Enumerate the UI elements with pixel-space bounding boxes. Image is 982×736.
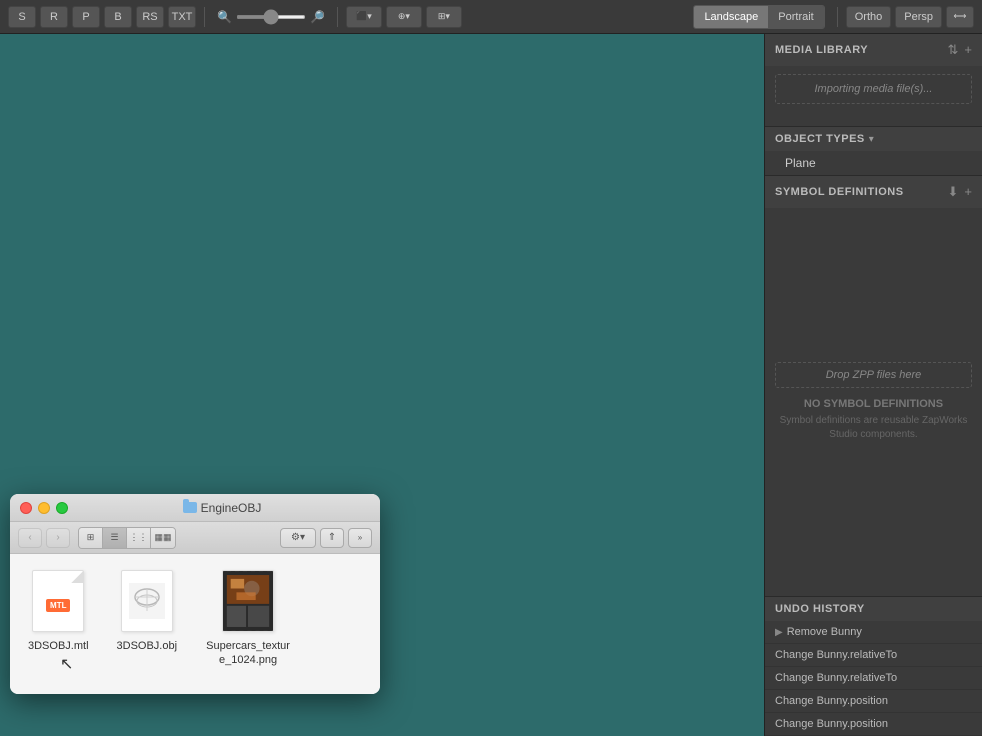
file-label-png: Supercars_texture_1024.png [203,638,293,669]
persp-btn[interactable]: Persp [895,6,942,28]
symbol-definitions-content: Drop ZPP files here NO SYMBOL DEFINITION… [765,208,982,596]
obj-preview-svg [129,583,165,619]
zoom-in-icon: 🔎 [310,10,325,24]
media-library-title: MEDIA LIBRARY [775,44,868,56]
symbol-definitions-section: SYMBOL DEFINITIONS ⬇ + Drop ZPP files he… [765,176,982,597]
window-maximize-btn[interactable] [56,502,68,514]
file-item-mtl[interactable]: MTL 3DSOBJ.mtl [26,570,91,654]
file-item-obj[interactable]: 3DSOBJ.obj [115,570,180,654]
toolbar-btn-r[interactable]: R [40,6,68,28]
no-symbol-desc: Symbol definitions are reusable ZapWorks… [775,414,972,442]
window-minimize-btn[interactable] [38,502,50,514]
undo-history-header: UNDO HISTORY [765,597,982,621]
file-label-mtl: 3DSOBJ.mtl [26,638,91,654]
object-types-chevron: ▾ [869,134,874,145]
toolbar-snap-btn[interactable]: ⊕▾ [386,6,422,28]
main-area: EngineOBJ ‹ › ⊞ ☰ ⋮⋮ ▦▦ ⚙▾ ⇑ » [0,34,982,736]
media-library-icons: ⇅ + [948,42,973,58]
object-types-section: OBJECT TYPES ▾ Plane [765,127,982,176]
landscape-btn[interactable]: Landscape [694,6,768,28]
zoom-slider-input[interactable] [236,15,306,19]
undo-arrow-0: ▶ [775,627,783,638]
file-icon-png [222,570,274,632]
fw-list-view-btn[interactable]: ☰ [103,528,127,548]
import-hint: Importing media file(s)... [775,74,972,104]
undo-item-2[interactable]: Change Bunny.relativeTo [765,667,982,690]
canvas-area[interactable]: EngineOBJ ‹ › ⊞ ☰ ⋮⋮ ▦▦ ⚙▾ ⇑ » [0,34,764,736]
portrait-btn[interactable]: Portrait [768,6,823,28]
separator-2 [337,7,338,27]
separator-1 [204,7,205,27]
toolbar-btn-txt[interactable]: TXT [168,6,196,28]
orientation-toggle: Landscape Portrait [693,5,824,29]
undo-item-0[interactable]: ▶ Remove Bunny [765,621,982,644]
fw-column-view-btn[interactable]: ⋮⋮ [127,528,151,548]
fw-share-btn[interactable]: ⇑ [320,528,344,548]
fw-settings-btn[interactable]: ⚙▾ [280,528,316,548]
file-icon-mtl: MTL [32,570,84,632]
symbol-definitions-header: SYMBOL DEFINITIONS ⬇ + [765,176,982,208]
png-preview [223,571,273,631]
toolbar-btn-p[interactable]: P [72,6,100,28]
undo-history-section: UNDO HISTORY ▶ Remove Bunny Change Bunny… [765,597,982,736]
add-media-icon[interactable]: + [964,42,972,58]
toolbar-btn-s[interactable]: S [8,6,36,28]
undo-item-4[interactable]: Change Bunny.position [765,713,982,736]
fw-icon-view-btn[interactable]: ⊞ [79,528,103,548]
toolbar-btn-rs[interactable]: RS [136,6,164,28]
object-type-plane: Plane [765,151,982,175]
extra-camera-btn[interactable]: ⟷ [946,6,974,28]
file-icon-obj [121,570,173,632]
fw-cover-view-btn[interactable]: ▦▦ [151,528,175,548]
undo-item-1[interactable]: Change Bunny.relativeTo [765,644,982,667]
file-window-content: MTL 3DSOBJ.mtl 3DSO [10,554,380,694]
undo-history-title: UNDO HISTORY [775,603,865,615]
ortho-btn[interactable]: Ortho [846,6,892,28]
no-symbol-title: NO SYMBOL DEFINITIONS [804,398,943,410]
toolbar-transform-btn[interactable]: ⬛▾ [346,6,382,28]
object-types-title: OBJECT TYPES [775,133,865,145]
file-window-titlebar: EngineOBJ [10,494,380,522]
separator-3 [837,7,838,27]
png-preview-svg [223,570,273,632]
symbol-def-icons: ⬇ + [948,184,973,200]
fw-more-btn[interactable]: » [348,528,372,548]
file-window-toolbar: ‹ › ⊞ ☰ ⋮⋮ ▦▦ ⚙▾ ⇑ » [10,522,380,554]
file-item-png[interactable]: Supercars_texture_1024.png [203,570,293,669]
file-manager-window: EngineOBJ ‹ › ⊞ ☰ ⋮⋮ ▦▦ ⚙▾ ⇑ » [10,494,380,694]
download-symbol-icon[interactable]: ⬇ [948,184,959,200]
window-close-btn[interactable] [20,502,32,514]
sort-icon[interactable]: ⇅ [948,42,959,58]
right-panel: MEDIA LIBRARY ⇅ + Importing media file(s… [764,34,982,736]
mtl-badge: MTL [46,599,70,612]
main-toolbar: S R P B RS TXT 🔍 🔎 ⬛▾ ⊕▾ ⊞▾ Landscape Po… [0,0,982,34]
fw-view-group: ⊞ ☰ ⋮⋮ ▦▦ [78,527,176,549]
media-library-content: Importing media file(s)... [765,66,982,126]
file-label-obj: 3DSOBJ.obj [115,638,180,654]
fw-back-btn[interactable]: ‹ [18,528,42,548]
add-symbol-icon[interactable]: + [964,184,972,200]
object-types-header[interactable]: OBJECT TYPES ▾ [765,127,982,151]
zoom-control: 🔍 🔎 [217,10,325,24]
undo-item-3[interactable]: Change Bunny.position [765,690,982,713]
fw-forward-btn[interactable]: › [46,528,70,548]
toolbar-btn-b[interactable]: B [104,6,132,28]
toolbar-align-btn[interactable]: ⊞▾ [426,6,462,28]
zoom-out-icon: 🔍 [217,10,232,24]
symbol-definitions-title: SYMBOL DEFINITIONS [775,186,904,198]
media-library-section: MEDIA LIBRARY ⇅ + Importing media file(s… [765,34,982,127]
media-library-header: MEDIA LIBRARY ⇅ + [765,34,982,66]
file-window-title: EngineOBJ [74,501,370,515]
drop-zpp-hint: Drop ZPP files here [775,362,972,388]
folder-icon [183,502,197,513]
